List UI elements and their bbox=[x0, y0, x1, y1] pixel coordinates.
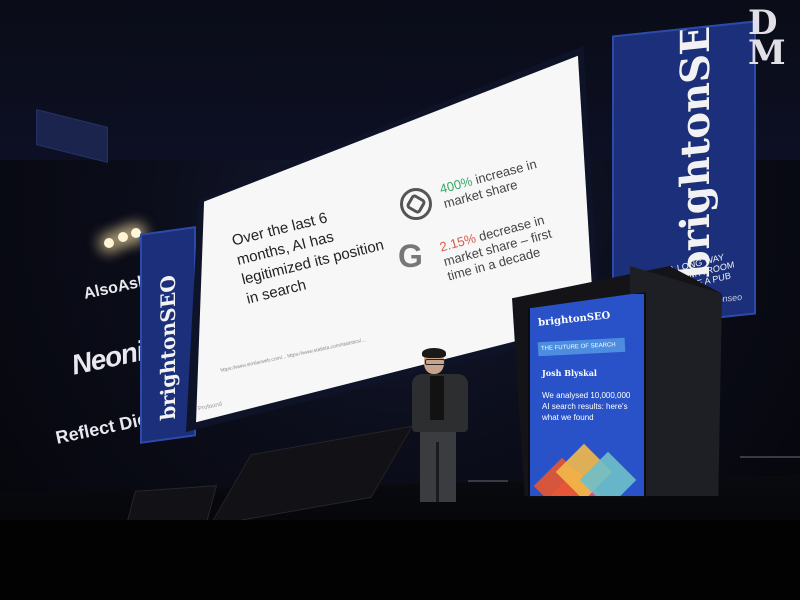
podium-talk-title: We analysed 10,000,000 AI search results… bbox=[542, 391, 631, 422]
speaker-hair bbox=[422, 348, 446, 358]
podium-logo: brightonSEO bbox=[537, 310, 611, 329]
stage-light bbox=[118, 232, 128, 242]
glasses-icon bbox=[425, 359, 445, 365]
stage-edge bbox=[0, 520, 800, 600]
stage-light bbox=[104, 238, 114, 248]
google-icon: G bbox=[398, 238, 423, 274]
openai-icon bbox=[400, 188, 432, 220]
speaker-leg-gap bbox=[436, 442, 439, 502]
corner-letters: D M bbox=[748, 3, 786, 73]
banner-title: brightonSEO bbox=[156, 273, 180, 422]
stage-rail bbox=[740, 456, 800, 458]
speaker-shirt bbox=[430, 376, 444, 420]
conference-stage: AlsoAsked Neonify Reflect Digital bright… bbox=[0, 0, 800, 600]
podium-speaker-name: Josh Blyskal bbox=[542, 368, 597, 378]
podium-screen: brightonSEO THE FUTURE OF SEARCH Josh Bl… bbox=[528, 292, 646, 498]
banner-title: brightonSEO bbox=[672, 20, 719, 282]
stage-rail bbox=[468, 480, 508, 482]
podium-track-bar: THE FUTURE OF SEARCH bbox=[537, 337, 626, 357]
speaker-figure bbox=[408, 348, 474, 502]
